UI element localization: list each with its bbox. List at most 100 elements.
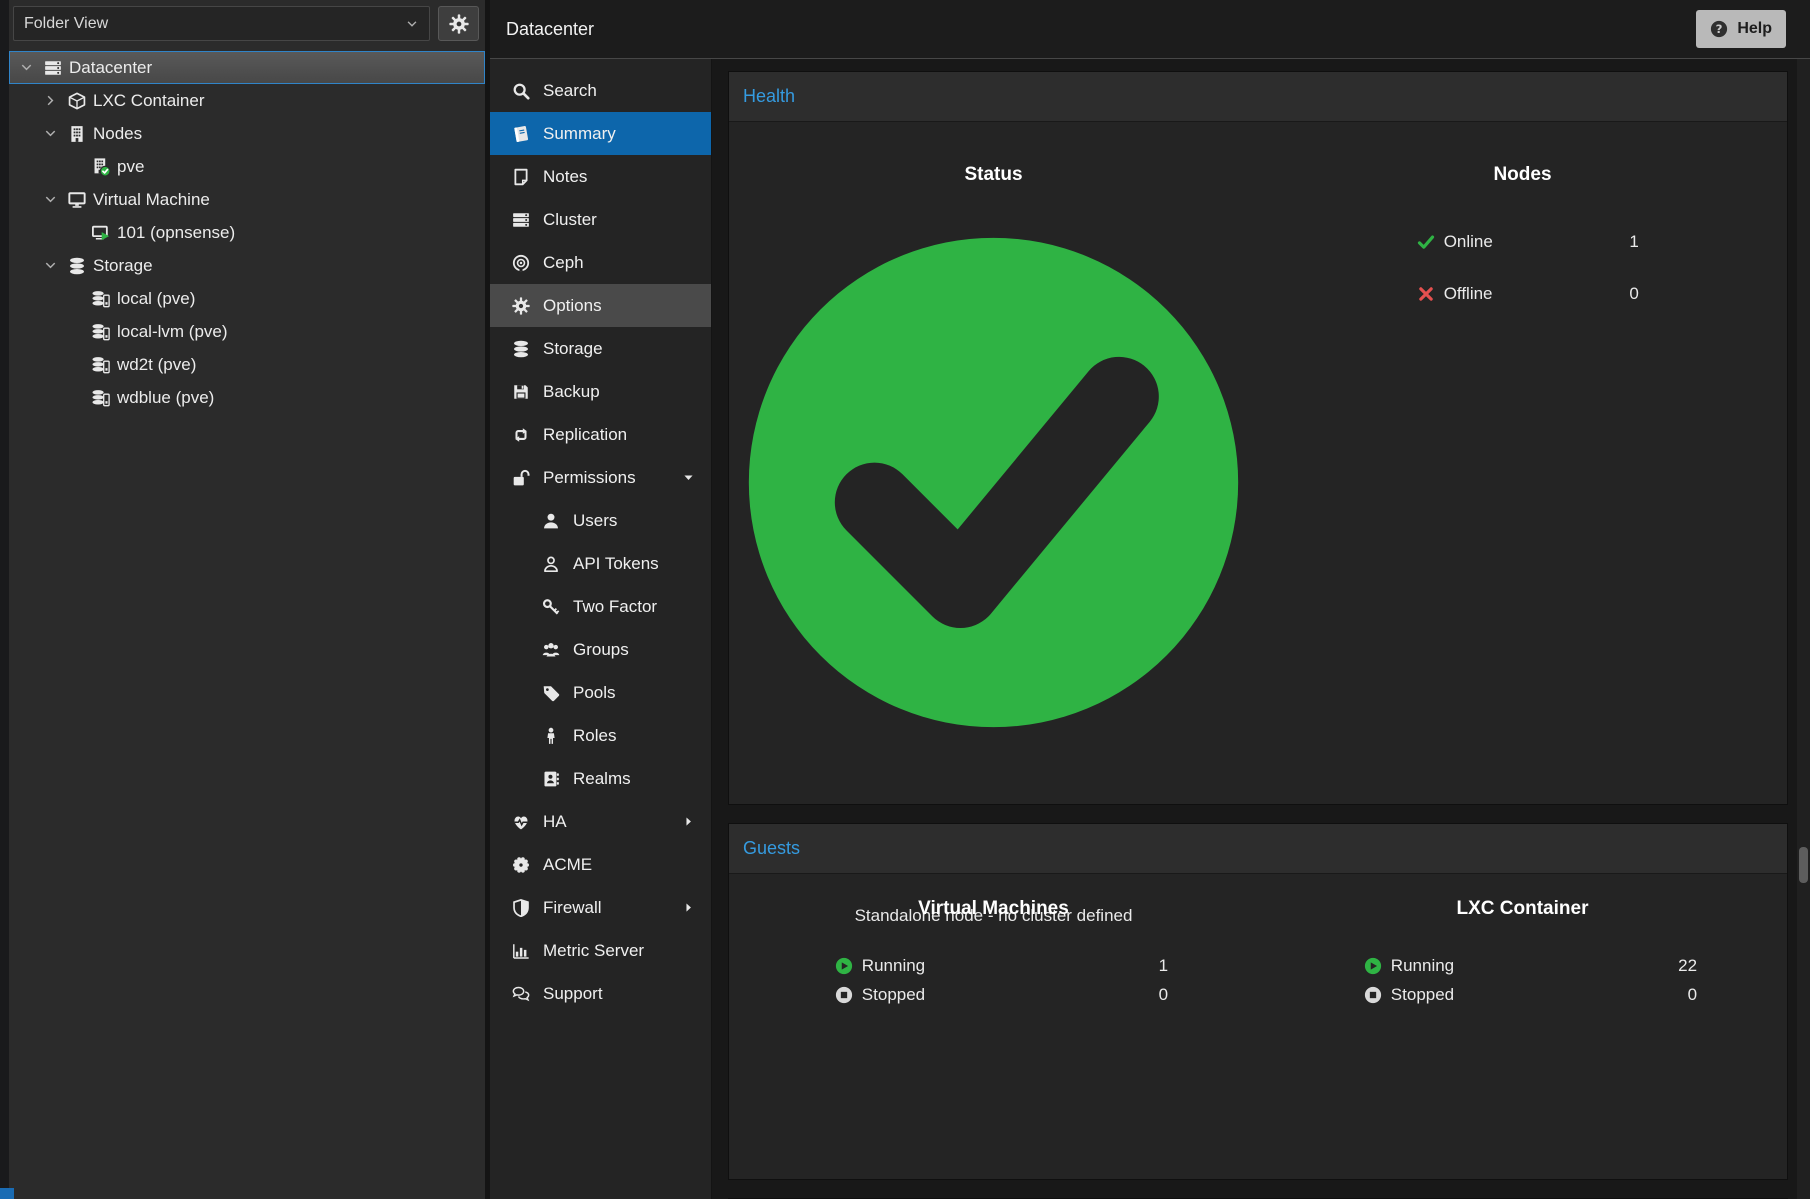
tree-item-label: pve	[117, 157, 144, 177]
ceph-icon	[512, 254, 530, 272]
nav-item-label: Cluster	[543, 210, 597, 230]
storage-drive-icon	[92, 356, 110, 374]
tree-expander[interactable]	[43, 258, 61, 273]
stat-value: 1	[1159, 956, 1168, 976]
play-circle-icon	[1364, 957, 1382, 975]
tree-item-wdblue-pve[interactable]: wdblue (pve)	[9, 381, 485, 414]
nav-item-two-factor[interactable]: Two Factor	[490, 585, 711, 628]
stat-value: 22	[1678, 956, 1697, 976]
nav-item-search[interactable]: Search	[490, 69, 711, 112]
collapsed-panel-chip[interactable]	[0, 1188, 14, 1199]
stat-row-running: Running22	[1364, 956, 1697, 976]
comments-icon	[512, 985, 530, 1003]
tree-item-pve[interactable]: pve	[9, 150, 485, 183]
nav-item-api-tokens[interactable]: API Tokens	[490, 542, 711, 585]
nav-item-acme[interactable]: ACME	[490, 843, 711, 886]
lock-open-icon	[512, 469, 530, 487]
tree-expander-empty	[67, 159, 85, 174]
nav-item-permissions[interactable]: Permissions	[490, 456, 711, 499]
nav-menu: SearchSummary Notes Cluster Ceph Options Stor…	[490, 59, 712, 1199]
tree-expander[interactable]	[43, 192, 61, 207]
key-icon	[542, 598, 560, 616]
vertical-scrollbar[interactable]	[1797, 59, 1810, 1199]
certificate-icon	[512, 856, 530, 874]
nav-item-pools[interactable]: Pools	[490, 671, 711, 714]
address-book-icon	[542, 770, 560, 788]
nav-item-label: Support	[543, 984, 603, 1004]
check-icon	[1417, 233, 1435, 251]
topbar: Datacenter ? Help	[490, 0, 1810, 59]
tree-settings-button[interactable]	[438, 6, 479, 41]
tree-item-storage[interactable]: Storage	[9, 249, 485, 282]
tree-item-label: local-lvm (pve)	[117, 322, 228, 342]
help-button-label: Help	[1737, 20, 1772, 38]
tree-item-101-opnsense[interactable]: 101 (opnsense)	[9, 216, 485, 249]
caret-right-icon	[682, 901, 695, 914]
nav-item-label: ACME	[543, 855, 592, 875]
nav-item-label: Options	[543, 296, 602, 316]
guests-panel-body: Virtual MachinesRunning1Stopped0LXC Cont…	[729, 874, 1787, 1179]
nav-item-options[interactable]: Options	[490, 284, 711, 327]
user-outline-icon	[542, 555, 560, 573]
tree-expander[interactable]	[19, 60, 37, 75]
tree-item-nodes[interactable]: Nodes	[9, 117, 485, 150]
guests-column-virtual-machines: Virtual MachinesRunning1Stopped0	[729, 882, 1258, 1179]
main-column: Datacenter ? Help SearchSummary Notes Clus…	[490, 0, 1810, 1199]
stat-label: Stopped	[862, 985, 925, 1005]
tree-item-local-lvm-pve[interactable]: local-lvm (pve)	[9, 315, 485, 348]
nav-item-realms[interactable]: Realms	[490, 757, 711, 800]
tree-item-local-pve[interactable]: local (pve)	[9, 282, 485, 315]
tree-expander[interactable]	[43, 126, 61, 141]
nav-item-notes[interactable]: Notes	[490, 155, 711, 198]
cross-icon	[1417, 285, 1435, 303]
tree-item-datacenter[interactable]: Datacenter	[9, 51, 485, 84]
stat-label: Running	[862, 956, 925, 976]
nav-item-roles[interactable]: Roles	[490, 714, 711, 757]
tree-item-label: 101 (opnsense)	[117, 223, 235, 243]
nav-item-groups[interactable]: Groups	[490, 628, 711, 671]
help-button[interactable]: ? Help	[1696, 10, 1786, 48]
tree-item-virtual-machine[interactable]: Virtual Machine	[9, 183, 485, 216]
guests-stats: Running1Stopped0	[729, 956, 1258, 1005]
nav-item-label: Notes	[543, 167, 587, 187]
nav-item-replication[interactable]: Replication	[490, 413, 711, 456]
note-icon	[512, 168, 530, 186]
tree-expander-empty	[67, 357, 85, 372]
nav-item-ceph[interactable]: Ceph	[490, 241, 711, 284]
nav-item-storage[interactable]: Storage	[490, 327, 711, 370]
building-icon	[68, 125, 86, 143]
nav-item-summary[interactable]: Summary	[490, 112, 711, 155]
heartbeat-icon	[512, 813, 530, 831]
nav-item-metric-server[interactable]: Metric Server	[490, 929, 711, 972]
guests-column-lxc-container: LXC ContainerRunning22Stopped0	[1258, 882, 1787, 1179]
health-panel-body: Status Standalone node - no cluster defi…	[729, 122, 1787, 804]
nav-item-firewall[interactable]: Firewall	[490, 886, 711, 929]
nav-item-cluster[interactable]: Cluster	[490, 198, 711, 241]
view-mode-select[interactable]: Folder View	[13, 6, 430, 41]
nav-item-support[interactable]: Support	[490, 972, 711, 1015]
tree-item-wd2t-pve[interactable]: wd2t (pve)	[9, 348, 485, 381]
storage-drive-icon	[92, 323, 110, 341]
replication-icon	[512, 426, 530, 444]
view-mode-value: Folder View	[24, 15, 108, 33]
play-circle-icon	[835, 957, 853, 975]
stat-value: 0	[1629, 284, 1638, 304]
scrollbar-thumb[interactable]	[1799, 847, 1808, 883]
nav-item-label: Realms	[573, 769, 631, 789]
tree-expander[interactable]	[43, 93, 61, 108]
nav-item-users[interactable]: Users	[490, 499, 711, 542]
bar-chart-icon	[512, 942, 530, 960]
nav-item-ha[interactable]: HA	[490, 800, 711, 843]
stat-row-stopped: Stopped0	[1364, 985, 1697, 1005]
users-icon	[542, 641, 560, 659]
proxmox-app: Folder View DatacenterLXC ContainerNodes…	[0, 0, 1810, 1199]
tree-item-lxc-container[interactable]: LXC Container	[9, 84, 485, 117]
book-icon	[512, 125, 530, 143]
nav-item-label: Pools	[573, 683, 616, 703]
storage-drive-icon	[92, 290, 110, 308]
nav-item-backup[interactable]: Backup	[490, 370, 711, 413]
stat-label: Offline	[1444, 284, 1493, 304]
nav-item-label: Two Factor	[573, 597, 657, 617]
nav-item-label: API Tokens	[573, 554, 659, 574]
health-nodes-column: Nodes Online1Offline0	[1258, 148, 1787, 804]
